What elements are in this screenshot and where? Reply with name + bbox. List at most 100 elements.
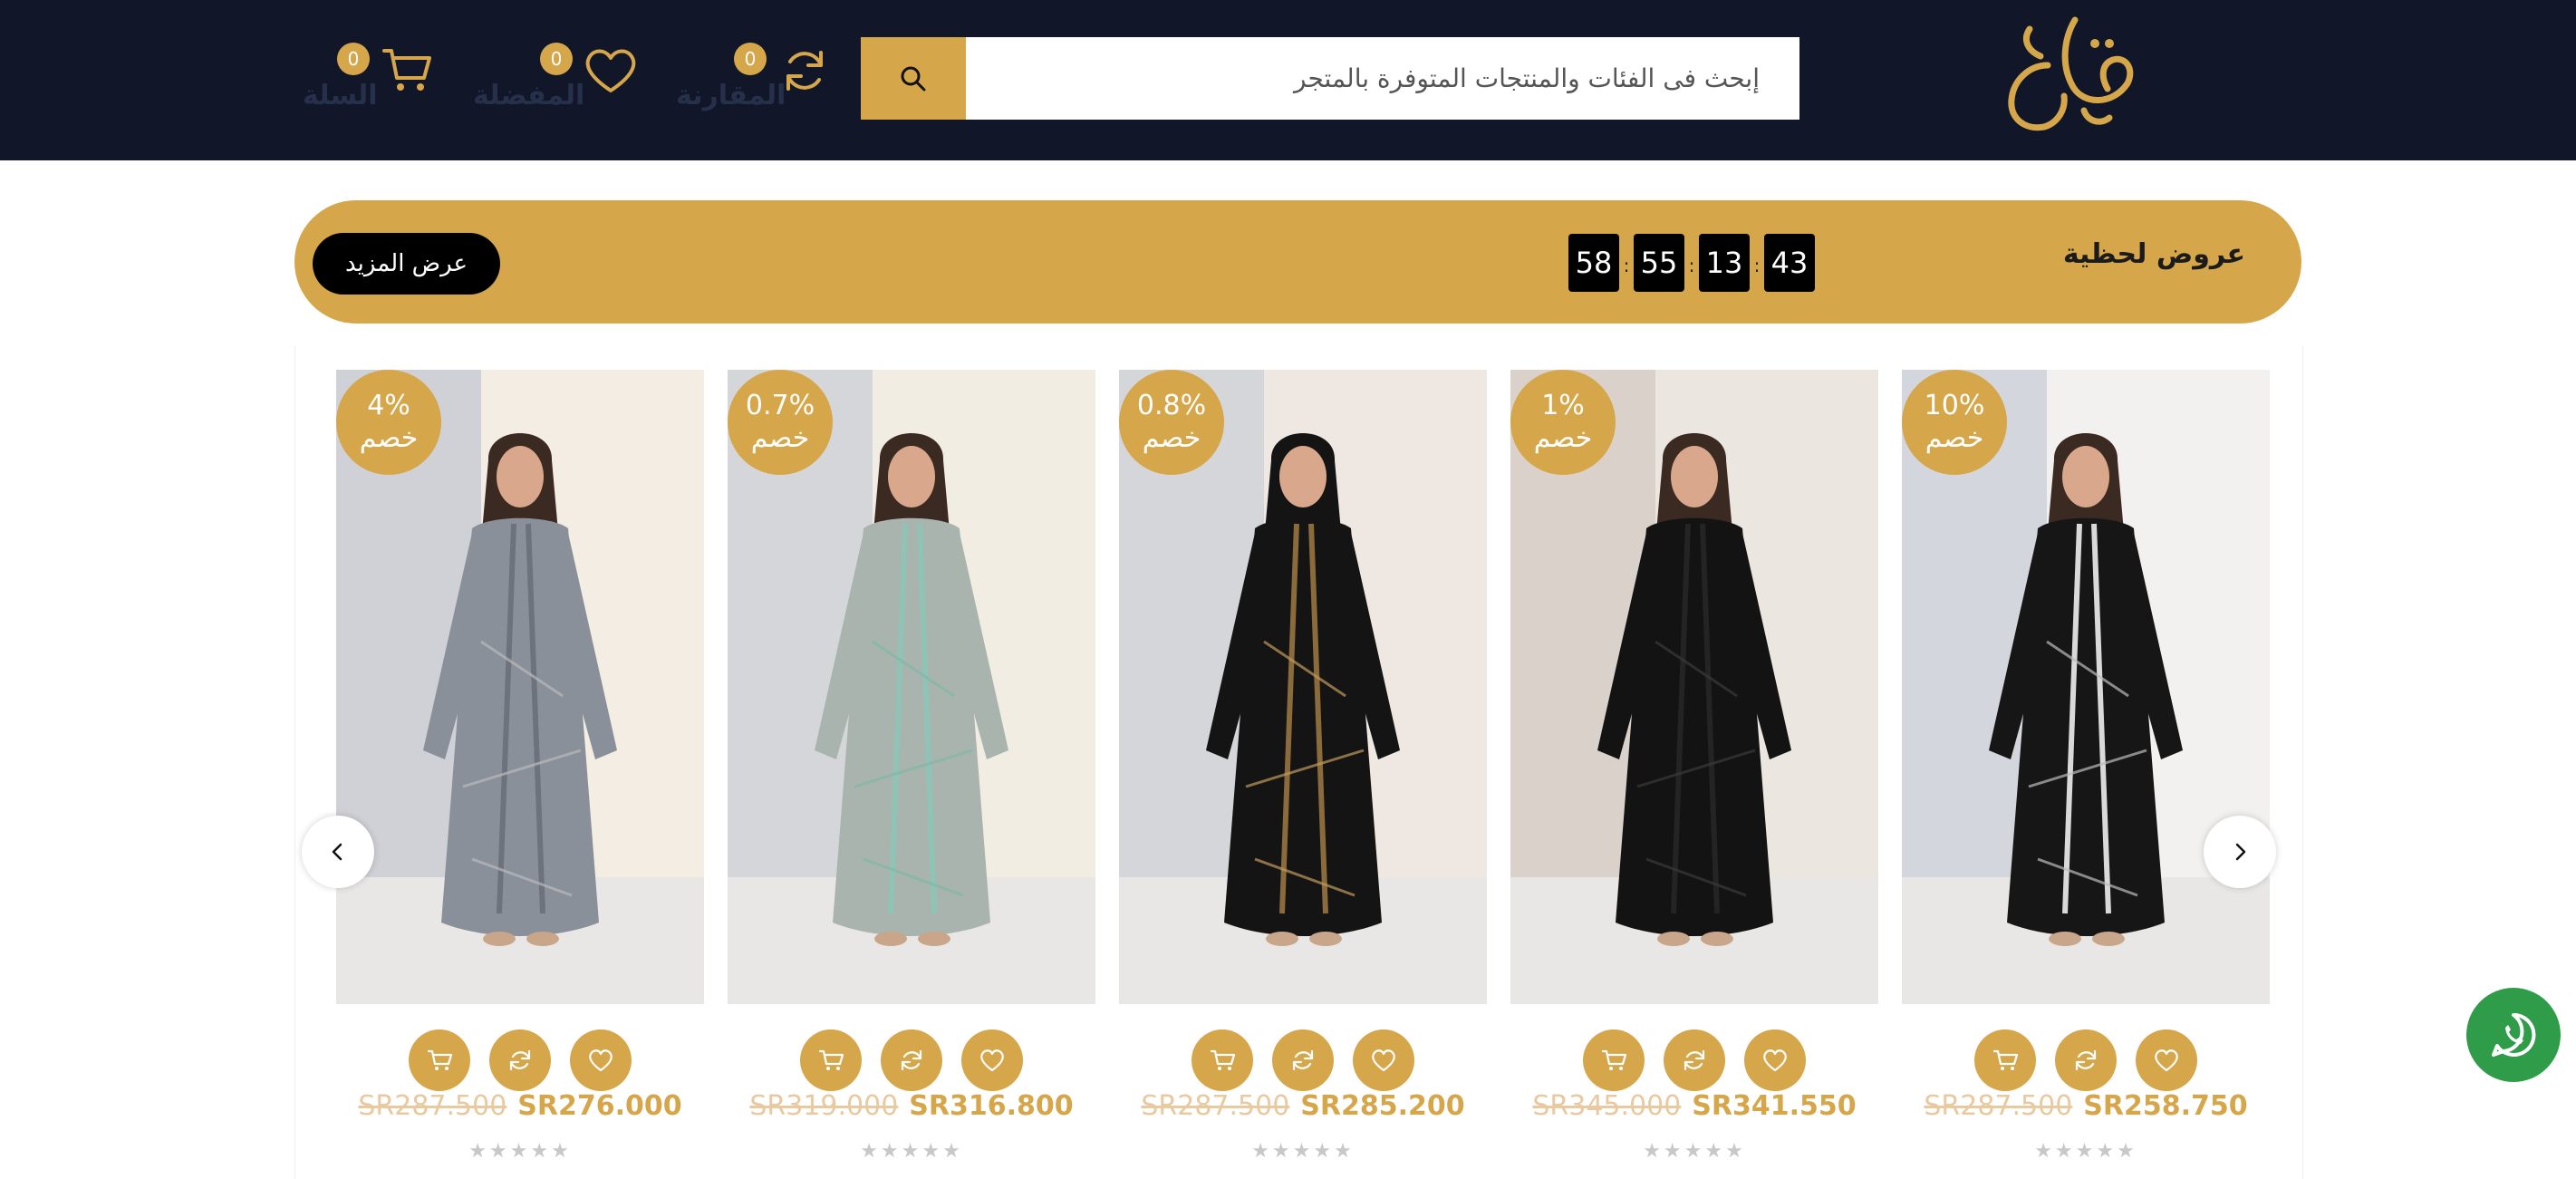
timer-segment: 43 [1764, 234, 1815, 292]
product-actions [1974, 1029, 2197, 1093]
search-bar [861, 37, 1799, 120]
compare-icon [509, 1049, 531, 1071]
discount-badge: 10% خصم [1902, 370, 2007, 475]
compare-icon [901, 1049, 922, 1071]
product-price: SR319.000 SR316.800 [728, 1090, 1095, 1122]
heart-icon [589, 1049, 613, 1072]
star-rating: ★★★★★ [2034, 1140, 2137, 1163]
wishlist-button[interactable] [1353, 1029, 1414, 1091]
timer-segment: 55 [1634, 234, 1684, 292]
product-actions [409, 1029, 632, 1093]
cart-count-badge: 0 [337, 43, 370, 75]
timer-separator: : [1753, 255, 1761, 276]
search-icon [901, 66, 926, 91]
discount-label: خصم [359, 422, 419, 454]
discount-badge: 4% خصم [336, 370, 441, 475]
product-card[interactable]: 1% خصم SR345.000 SR341.550 ★★★★★ [1510, 370, 1878, 1167]
view-more-button[interactable]: عرض المزيد [313, 233, 500, 295]
product-price: SR287.500 SR276.000 [336, 1090, 704, 1122]
product-price: SR345.000 SR341.550 [1510, 1090, 1878, 1122]
search-button[interactable] [861, 37, 966, 120]
heart-icon [585, 49, 636, 92]
product-card[interactable]: 10% خصم SR287.500 SR258.750 ★★★★★ [1902, 370, 2270, 1167]
discount-value: 10% [1924, 390, 1985, 421]
discount-value: 0.8% [1136, 390, 1207, 421]
discount-label: خصم [1925, 422, 1984, 454]
cart-icon [1601, 1049, 1626, 1070]
new-price: SR276.000 [517, 1090, 682, 1122]
carousel-next-button[interactable] [2204, 816, 2276, 888]
discount-value: 0.7% [745, 390, 815, 421]
product-actions [800, 1029, 1023, 1093]
add-to-cart-button[interactable] [1192, 1029, 1253, 1091]
site-header: 0 المقارنة 0 المفضلة 0 السلة [0, 0, 2576, 160]
product-card[interactable]: 0.8% خصم SR287.500 SR285.200 ★★★★★ [1119, 370, 1487, 1167]
header-compare[interactable]: 0 المقارنة [671, 36, 834, 118]
wishlist-button[interactable] [570, 1029, 632, 1091]
discount-label: خصم [1533, 422, 1593, 454]
heart-icon [1763, 1049, 1787, 1072]
compare-button[interactable] [2055, 1029, 2117, 1091]
header-cart[interactable]: 0 السلة [299, 36, 435, 118]
compare-count-badge: 0 [734, 43, 767, 75]
cart-icon [1210, 1049, 1235, 1070]
timer-separator: : [1623, 255, 1630, 276]
add-to-cart-button[interactable] [409, 1029, 470, 1091]
star-rating: ★★★★★ [860, 1140, 963, 1163]
wishlist-button[interactable] [1744, 1029, 1806, 1091]
chevron-left-icon [332, 843, 343, 861]
cart-icon [1992, 1049, 2018, 1070]
timer-segment: 13 [1699, 234, 1750, 292]
header-wishlist[interactable]: 0 المفضلة [471, 36, 643, 118]
flash-deals-title: عروض لحظية [2062, 238, 2245, 270]
compare-button[interactable] [1664, 1029, 1725, 1091]
new-price: SR258.750 [2083, 1090, 2248, 1122]
timer-separator: : [1688, 255, 1695, 276]
discount-value: 1% [1541, 390, 1585, 421]
product-price: SR287.500 SR258.750 [1902, 1090, 2270, 1122]
compare-icon [786, 51, 823, 91]
old-price: SR287.500 [358, 1090, 507, 1122]
search-input[interactable] [966, 37, 1799, 120]
old-price: SR287.500 [1141, 1090, 1290, 1122]
product-card[interactable]: 4% خصم SR287.500 SR276.000 ★★★★★ [336, 370, 704, 1167]
discount-badge: 1% خصم [1510, 370, 1616, 475]
site-logo[interactable] [1993, 11, 2138, 138]
discount-label: خصم [750, 422, 810, 454]
whatsapp-icon [2492, 1012, 2536, 1057]
cart-icon [818, 1049, 844, 1070]
add-to-cart-button[interactable] [800, 1029, 862, 1091]
compare-button[interactable] [489, 1029, 551, 1091]
old-price: SR319.000 [749, 1090, 899, 1122]
new-price: SR341.550 [1692, 1090, 1857, 1122]
whatsapp-button[interactable] [2466, 988, 2561, 1082]
timer-segment: 58 [1568, 234, 1619, 292]
star-rating: ★★★★★ [468, 1140, 572, 1163]
discount-label: خصم [1142, 422, 1201, 454]
wishlist-label: المفضلة [473, 80, 585, 111]
compare-button[interactable] [1272, 1029, 1334, 1091]
add-to-cart-button[interactable] [1974, 1029, 2036, 1091]
flash-deals-bar: عروض لحظية 58 : 55 : 13 : 43 عرض المزيد [294, 200, 2301, 324]
countdown-timer: 58 : 55 : 13 : 43 [1568, 234, 1815, 292]
product-carousel: 4% خصم SR287.500 SR276.000 ★★★★★ 0.7% خصم SR319… [294, 346, 2303, 1179]
new-price: SR316.800 [909, 1090, 1074, 1122]
compare-icon [2075, 1049, 2097, 1071]
wishlist-count-badge: 0 [540, 43, 573, 75]
compare-button[interactable] [881, 1029, 942, 1091]
wishlist-button[interactable] [2136, 1029, 2197, 1091]
cart-icon [382, 49, 431, 91]
carousel-prev-button[interactable] [302, 816, 374, 888]
discount-badge: 0.8% خصم [1119, 370, 1224, 475]
product-card[interactable]: 0.7% خصم SR319.000 SR316.800 ★★★★★ [728, 370, 1095, 1167]
compare-icon [1292, 1049, 1314, 1071]
cart-label: السلة [303, 80, 378, 111]
star-rating: ★★★★★ [1251, 1140, 1355, 1163]
heart-icon [1372, 1049, 1395, 1072]
discount-badge: 0.7% خصم [728, 370, 833, 475]
compare-icon [1684, 1049, 1705, 1071]
wishlist-button[interactable] [961, 1029, 1023, 1091]
add-to-cart-button[interactable] [1583, 1029, 1645, 1091]
compare-label: المقارنة [676, 80, 786, 111]
new-price: SR285.200 [1300, 1090, 1465, 1122]
